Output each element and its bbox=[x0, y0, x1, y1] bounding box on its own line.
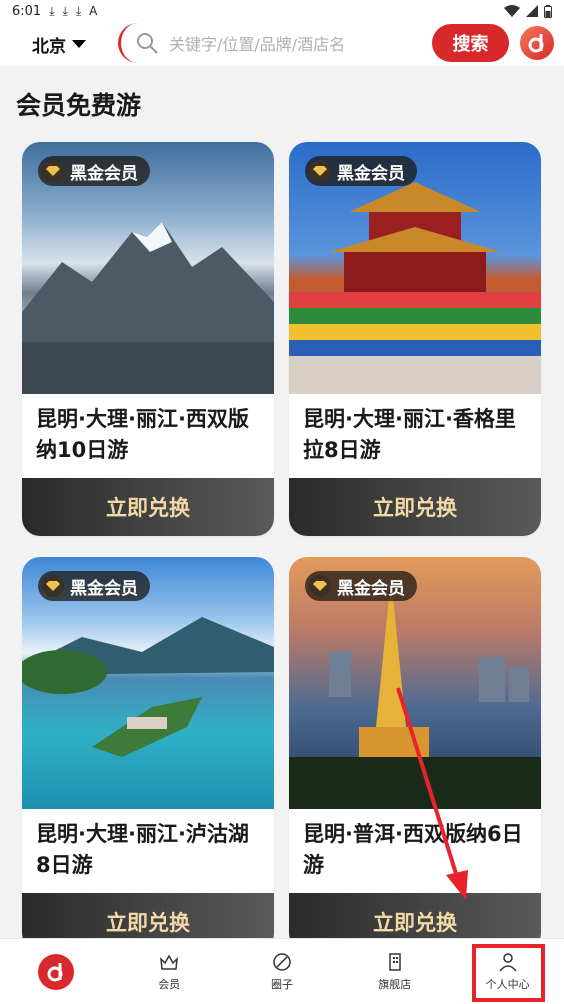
nav-label: 旗舰店 bbox=[378, 978, 412, 991]
city-selector[interactable]: 北京 bbox=[0, 32, 118, 57]
nav-circle[interactable]: 圈子 bbox=[226, 939, 339, 1004]
nav-member[interactable]: 会员 bbox=[113, 939, 226, 1004]
tour-card[interactable]: 黑金会员 昆明·普洱·西双版纳6日游 立即兑换 bbox=[289, 557, 541, 951]
tour-title: 昆明·大理·丽江·西双版纳10日游 bbox=[36, 407, 249, 462]
person-icon bbox=[498, 953, 517, 972]
nav-personal-center[interactable]: 个人中心 bbox=[451, 939, 564, 1004]
status-time: 6:01 bbox=[12, 3, 42, 19]
member-badge: 黑金会员 bbox=[305, 156, 417, 186]
diamond-icon bbox=[309, 160, 331, 182]
bottom-nav: 会员 圈子 旗舰店 个人中心 bbox=[0, 938, 564, 1004]
top-header: 北京 关键字/位置/品牌/酒店名 搜索 bbox=[0, 22, 564, 66]
tour-title: 昆明·普洱·西双版纳6日游 bbox=[303, 822, 523, 877]
badge-label: 黑金会员 bbox=[337, 163, 405, 184]
diamond-icon bbox=[42, 160, 64, 182]
download-icon: ⤓ bbox=[62, 3, 68, 18]
signal-icon bbox=[526, 5, 538, 17]
app-notification-icon: A bbox=[89, 3, 98, 18]
member-badge: 黑金会员 bbox=[305, 571, 417, 601]
tour-card[interactable]: 黑金会员 昆明·大理·丽江·泸沽湖8日游 立即兑换 bbox=[22, 557, 274, 951]
member-badge: 黑金会员 bbox=[38, 156, 150, 186]
brand-logo-icon bbox=[528, 34, 544, 53]
tour-card[interactable]: 黑金会员 昆明·大理·丽江·西双版纳10日游 立即兑换 bbox=[22, 142, 274, 536]
tour-image-lake: 黑金会员 bbox=[22, 557, 274, 809]
status-right bbox=[504, 4, 552, 18]
search-placeholder: 关键字/位置/品牌/酒店名 bbox=[169, 35, 346, 54]
tour-image-pagoda: 黑金会员 bbox=[289, 557, 541, 809]
tour-image-snow-mountain: 黑金会员 bbox=[22, 142, 274, 394]
notification-icons: ⤓ ⤓ ⤓ A bbox=[49, 4, 97, 19]
building-icon bbox=[389, 953, 401, 971]
search-input[interactable]: 关键字/位置/品牌/酒店名 bbox=[118, 23, 474, 63]
search-button[interactable]: 搜索 bbox=[432, 24, 509, 62]
compass-icon bbox=[273, 953, 291, 971]
tour-title: 昆明·大理·丽江·泸沽湖8日游 bbox=[36, 822, 249, 877]
caret-down-icon bbox=[72, 40, 86, 48]
nav-label: 圈子 bbox=[270, 978, 293, 991]
tour-image-temple: 黑金会员 bbox=[289, 142, 541, 394]
section-title: 会员免费游 bbox=[16, 91, 142, 120]
nav-label: 个人中心 bbox=[485, 978, 530, 991]
nav-flagship-store[interactable]: 旗舰店 bbox=[338, 939, 451, 1004]
status-bar: 6:01 ⤓ ⤓ ⤓ A bbox=[0, 0, 564, 22]
diamond-icon bbox=[309, 575, 331, 597]
wifi-icon bbox=[504, 5, 520, 17]
city-label: 北京 bbox=[32, 36, 66, 57]
badge-label: 黑金会员 bbox=[70, 578, 138, 599]
nav-home[interactable] bbox=[0, 939, 113, 1004]
tour-title: 昆明·大理·丽江·香格里拉8日游 bbox=[303, 407, 516, 462]
redeem-button[interactable]: 立即兑换 bbox=[289, 478, 541, 536]
nav-label: 会员 bbox=[158, 978, 181, 991]
redeem-button[interactable]: 立即兑换 bbox=[22, 478, 274, 536]
avatar[interactable] bbox=[520, 26, 554, 60]
battery-icon bbox=[544, 4, 552, 18]
home-logo-icon bbox=[38, 953, 75, 990]
diamond-icon bbox=[42, 575, 64, 597]
badge-label: 黑金会员 bbox=[337, 578, 405, 599]
member-badge: 黑金会员 bbox=[38, 571, 150, 601]
tour-card[interactable]: 黑金会员 昆明·大理·丽江·香格里拉8日游 立即兑换 bbox=[289, 142, 541, 536]
crown-icon bbox=[160, 954, 179, 970]
download-icon: ⤓ bbox=[49, 3, 55, 18]
download-icon: ⤓ bbox=[75, 3, 82, 18]
search-icon bbox=[137, 33, 158, 54]
badge-label: 黑金会员 bbox=[70, 163, 138, 184]
